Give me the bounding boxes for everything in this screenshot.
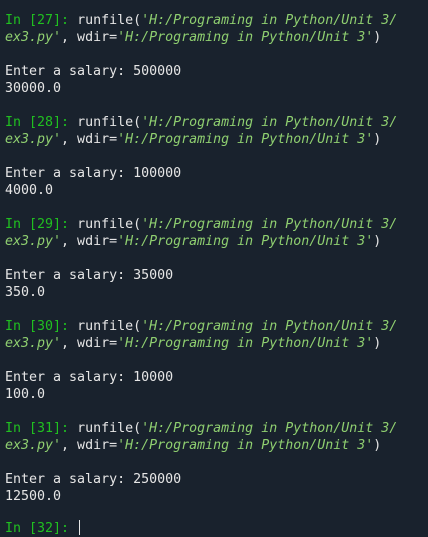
path-string: 'H:/Programing in Python/Unit 3/	[141, 13, 398, 28]
output-value: 12500.0	[5, 489, 62, 504]
console-line: 12500.0	[5, 488, 428, 505]
input-label: Enter a salary:	[5, 370, 134, 385]
path-string-continued: ex3.py'	[5, 30, 62, 45]
console-line: 350.0	[5, 284, 428, 301]
console-line: 100.0	[5, 386, 428, 403]
output-value: 30000.0	[5, 81, 62, 96]
path-string: 'H:/Programing in Python/Unit 3/	[141, 319, 398, 334]
function-name: runfile(	[77, 115, 142, 130]
wdir-string: 'H:/Programing in Python/Unit 3'	[117, 438, 374, 453]
wdir-string: 'H:/Programing in Python/Unit 3'	[117, 234, 374, 249]
input-label: Enter a salary:	[5, 268, 134, 283]
wdir-string: 'H:/Programing in Python/Unit 3'	[117, 132, 374, 147]
input-value: 100000	[133, 166, 182, 181]
console-cell: In [28]: runfile('H:/Programing in Pytho…	[5, 114, 428, 216]
console-line: In [31]: runfile('H:/Programing in Pytho…	[5, 420, 428, 437]
wdir-argument: , wdir=	[61, 234, 118, 249]
current-input-prompt: In [32]:	[5, 521, 78, 536]
path-string: 'H:/Programing in Python/Unit 3/	[141, 421, 398, 436]
console-line: In [30]: runfile('H:/Programing in Pytho…	[5, 318, 428, 335]
console-line: In [32]:	[5, 520, 428, 537]
console-line: ex3.py', wdir='H:/Programing in Python/U…	[5, 29, 428, 46]
console-line: 30000.0	[5, 80, 428, 97]
output-value: 350.0	[5, 285, 46, 300]
close-paren: )	[373, 30, 382, 45]
path-string-continued: ex3.py'	[5, 234, 62, 249]
path-string-continued: ex3.py'	[5, 132, 62, 147]
console-cell: In [27]: runfile('H:/Programing in Pytho…	[5, 12, 428, 114]
path-string-continued: ex3.py'	[5, 336, 62, 351]
console-line: ex3.py', wdir='H:/Programing in Python/U…	[5, 335, 428, 352]
path-string-continued: ex3.py'	[5, 438, 62, 453]
input-label: Enter a salary:	[5, 472, 134, 487]
function-name: runfile(	[77, 13, 142, 28]
path-string: 'H:/Programing in Python/Unit 3/	[141, 115, 398, 130]
console-line: Enter a salary: 500000	[5, 63, 428, 80]
input-value: 10000	[133, 370, 174, 385]
input-prompt: In [29]:	[5, 217, 78, 232]
input-label: Enter a salary:	[5, 166, 134, 181]
console-line: ex3.py', wdir='H:/Programing in Python/U…	[5, 233, 428, 250]
wdir-argument: , wdir=	[61, 336, 118, 351]
input-label: Enter a salary:	[5, 64, 134, 79]
console-cell: In [31]: runfile('H:/Programing in Pytho…	[5, 420, 428, 522]
console-line: In [29]: runfile('H:/Programing in Pytho…	[5, 216, 428, 233]
function-name: runfile(	[77, 217, 142, 232]
wdir-argument: , wdir=	[61, 30, 118, 45]
path-string: 'H:/Programing in Python/Unit 3/	[141, 217, 398, 232]
console-line: In [28]: runfile('H:/Programing in Pytho…	[5, 114, 428, 131]
close-paren: )	[373, 132, 382, 147]
input-value: 500000	[133, 64, 182, 79]
input-prompt: In [28]:	[5, 115, 78, 130]
input-prompt: In [31]:	[5, 421, 78, 436]
function-name: runfile(	[77, 421, 142, 436]
output-value: 100.0	[5, 387, 46, 402]
wdir-string: 'H:/Programing in Python/Unit 3'	[117, 336, 374, 351]
console-line: Enter a salary: 100000	[5, 165, 428, 182]
wdir-string: 'H:/Programing in Python/Unit 3'	[117, 30, 374, 45]
function-name: runfile(	[77, 319, 142, 334]
wdir-argument: , wdir=	[61, 438, 118, 453]
console-cell: In [29]: runfile('H:/Programing in Pytho…	[5, 216, 428, 318]
console-line: Enter a salary: 10000	[5, 369, 428, 386]
input-value: 35000	[133, 268, 174, 283]
ipython-console[interactable]: In [27]: runfile('H:/Programing in Pytho…	[5, 12, 428, 537]
console-line: ex3.py', wdir='H:/Programing in Python/U…	[5, 437, 428, 454]
input-prompt: In [30]:	[5, 319, 78, 334]
input-value: 250000	[133, 472, 182, 487]
wdir-argument: , wdir=	[61, 132, 118, 147]
console-line: Enter a salary: 250000	[5, 471, 428, 488]
console-cell: In [30]: runfile('H:/Programing in Pytho…	[5, 318, 428, 420]
console-line: ex3.py', wdir='H:/Programing in Python/U…	[5, 131, 428, 148]
console-line: 4000.0	[5, 182, 428, 199]
close-paren: )	[373, 438, 382, 453]
console-line: Enter a salary: 35000	[5, 267, 428, 284]
output-value: 4000.0	[5, 183, 54, 198]
close-paren: )	[373, 234, 382, 249]
close-paren: )	[373, 336, 382, 351]
input-prompt: In [27]:	[5, 13, 78, 28]
console-line: In [27]: runfile('H:/Programing in Pytho…	[5, 12, 428, 29]
